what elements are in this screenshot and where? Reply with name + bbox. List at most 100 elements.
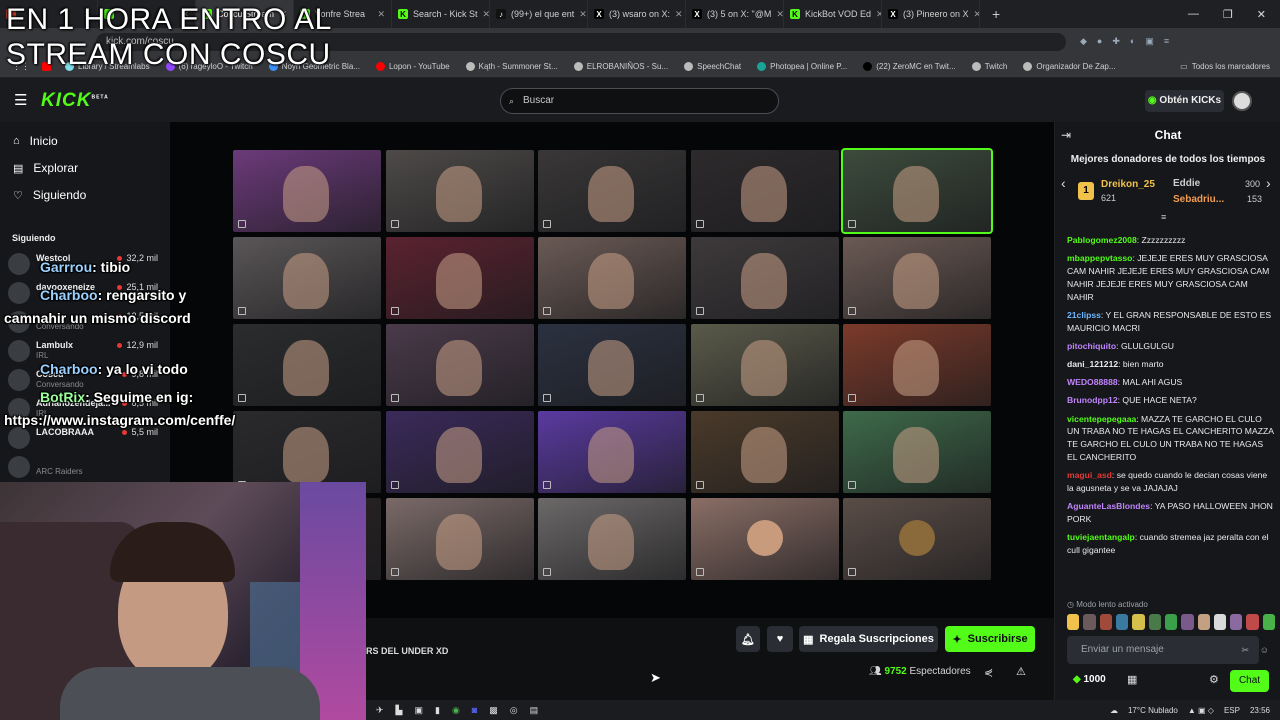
calendar-icon[interactable]: ▦: [1127, 673, 1137, 686]
participant-video-tile[interactable]: [233, 411, 381, 493]
report-warning-icon[interactable]: ⚠: [1016, 665, 1026, 678]
chat-username[interactable]: Brunodpp12: [1067, 395, 1118, 405]
chevron-left-icon[interactable]: ‹: [1061, 175, 1066, 191]
menu-icon[interactable]: ≡: [1164, 36, 1169, 47]
emote-icon[interactable]: [1262, 614, 1276, 630]
participant-video-tile[interactable]: [690, 498, 839, 580]
app-icon[interactable]: ▮: [435, 705, 440, 716]
bookmark-item[interactable]: ELROBANIÑOS - Su...: [566, 62, 676, 71]
participant-video-tile[interactable]: [385, 150, 534, 232]
new-tab-button[interactable]: +: [980, 6, 1000, 22]
browser-tab[interactable]: X(3) Pineero on X✕: [882, 0, 980, 28]
app-icon[interactable]: ▩: [489, 705, 498, 716]
tab-close-icon[interactable]: ✕: [675, 9, 683, 20]
participant-video-tile[interactable]: [233, 150, 381, 232]
extension-icon[interactable]: ◐: [1130, 36, 1135, 47]
follow-heart-button[interactable]: ♥: [767, 626, 793, 652]
app-icon[interactable]: ◎: [510, 705, 518, 716]
app-icon[interactable]: ▙: [396, 705, 403, 716]
participant-video-tile[interactable]: [385, 237, 534, 319]
tab-close-icon[interactable]: ✕: [579, 9, 587, 20]
chrome-icon[interactable]: ◉: [452, 705, 460, 716]
chat-username[interactable]: 21clipss: [1067, 310, 1101, 320]
maximize-icon[interactable]: ❐: [1223, 8, 1233, 21]
participant-video-tile[interactable]: [690, 237, 839, 319]
tab-close-icon[interactable]: ✕: [377, 9, 385, 20]
chevron-right-icon[interactable]: ›: [1266, 175, 1271, 191]
sidebar-nav-siguiendo[interactable]: ♡ Siguiendo: [13, 188, 86, 202]
following-channel[interactable]: ARC Raiders: [8, 456, 166, 482]
tray-icons[interactable]: ▲ ▣ ◇: [1188, 706, 1214, 715]
participant-video-tile[interactable]: [538, 324, 686, 406]
participant-video-tile[interactable]: [538, 150, 686, 232]
participant-video-tile[interactable]: [385, 324, 534, 406]
extension-icon[interactable]: ●: [1097, 36, 1102, 47]
chat-username[interactable]: AguanteLasBlondes: [1067, 501, 1150, 511]
participant-video-tile[interactable]: [385, 411, 534, 493]
participant-video-tile[interactable]: [233, 237, 381, 319]
tab-close-icon[interactable]: ✕: [776, 9, 783, 20]
browser-tab[interactable]: KKickBot VOD Ed✕: [784, 0, 882, 28]
tab-close-icon[interactable]: ✕: [483, 9, 489, 20]
bookmark-item[interactable]: Twitch: [964, 62, 1016, 71]
command-icon[interactable]: ✂: [1241, 636, 1249, 664]
app-icon[interactable]: ▣: [414, 705, 423, 716]
chat-username[interactable]: magui_asd: [1067, 470, 1112, 480]
emote-picker-icon[interactable]: ☺: [1260, 636, 1269, 664]
pinned-toggle-icon[interactable]: ≡: [1161, 212, 1166, 222]
emote-icon[interactable]: [1246, 614, 1259, 630]
emote-icon[interactable]: [1230, 614, 1243, 630]
emote-icon[interactable]: [1181, 614, 1194, 630]
bookmark-item[interactable]: Kąth - Summoner St...: [458, 62, 566, 71]
bookmark-item[interactable]: Organizador De Zap...: [1015, 62, 1123, 71]
participant-video-tile[interactable]: [538, 498, 686, 580]
chat-username[interactable]: mbappepvtasso: [1067, 253, 1132, 263]
browser-tab[interactable]: X (3) wsaro on X: ✕: [588, 0, 686, 28]
language-indicator[interactable]: ESP: [1224, 706, 1240, 715]
extension-icon[interactable]: ◆: [1080, 36, 1087, 47]
participant-video-tile[interactable]: [690, 150, 839, 232]
participant-video-tile[interactable]: [843, 237, 991, 319]
participant-video-tile[interactable]: [690, 324, 839, 406]
app-icon[interactable]: ✈: [376, 705, 384, 716]
kick-logo[interactable]: KICKBETA: [41, 90, 109, 112]
search-input[interactable]: ⌕ Buscar: [500, 88, 779, 114]
menu-hamburger-icon[interactable]: ☰: [14, 91, 27, 109]
chat-username[interactable]: dani_121212: [1067, 359, 1118, 369]
participant-video-tile[interactable]: [690, 411, 839, 493]
chat-username[interactable]: WEDO88888: [1067, 377, 1118, 387]
bookmark-item[interactable]: Lopon - YouTube: [368, 62, 458, 71]
participant-video-tile[interactable]: [843, 324, 991, 406]
chat-username[interactable]: pitochiquito: [1067, 341, 1116, 351]
emote-icon[interactable]: [1164, 614, 1178, 630]
gift-subs-button[interactable]: ▦ Regala Suscripciones: [799, 626, 938, 652]
app-icon[interactable]: ▤: [530, 705, 539, 716]
bookmark-item[interactable]: SpeechChat: [676, 62, 749, 71]
close-icon[interactable]: ✕: [1257, 8, 1266, 21]
channel-points[interactable]: ◆ 1000: [1073, 674, 1106, 685]
participant-video-tile[interactable]: [843, 498, 991, 580]
browser-tab[interactable]: X (3) 5 on X: "@M ✕: [686, 0, 784, 28]
sidebar-nav-inicio[interactable]: ⌂ Inicio: [13, 134, 58, 148]
chat-send-button[interactable]: Chat: [1230, 670, 1269, 692]
extensions-puzzle-icon[interactable]: ▣: [1145, 36, 1154, 47]
emote-bar[interactable]: [1067, 614, 1276, 630]
minimize-icon[interactable]: —: [1188, 8, 1199, 20]
emote-icon[interactable]: [1067, 614, 1080, 630]
participant-video-tile[interactable]: [841, 148, 993, 234]
participant-video-tile[interactable]: [538, 237, 686, 319]
settings-gear-icon[interactable]: ⚙: [1209, 673, 1219, 686]
participant-video-tile[interactable]: [843, 411, 991, 493]
all-bookmarks-folder[interactable]: ▭ Todos los marcadores: [1172, 62, 1280, 71]
participant-video-tile[interactable]: [233, 324, 381, 406]
chat-username[interactable]: tuviejaentangalp: [1067, 532, 1135, 542]
participant-video-tile[interactable]: [538, 411, 686, 493]
emote-icon[interactable]: [1083, 614, 1096, 630]
bookmark-item[interactable]: (22) ZeroMC en Twit...: [855, 62, 963, 71]
subscribe-button[interactable]: ✦ Suscribirse: [945, 626, 1035, 652]
chat-username[interactable]: vicentepepegaaa: [1067, 414, 1136, 424]
share-icon[interactable]: ⋞: [984, 666, 993, 679]
discord-icon[interactable]: ◙: [472, 705, 477, 716]
user-avatar[interactable]: [1232, 91, 1252, 111]
clock[interactable]: 23:56: [1250, 706, 1270, 715]
